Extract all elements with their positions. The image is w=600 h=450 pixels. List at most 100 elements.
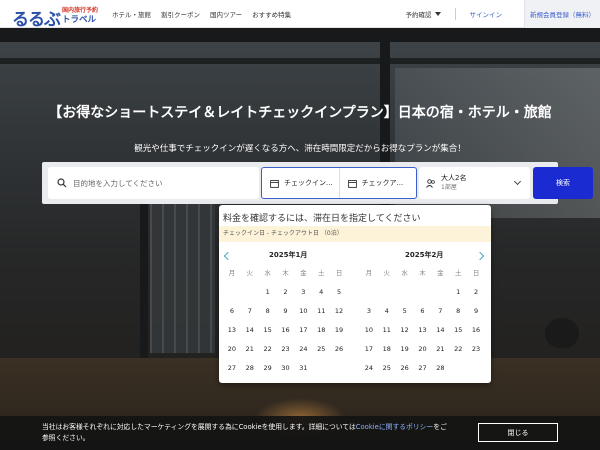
calendar-day[interactable]: 9 — [277, 302, 295, 321]
calendar-day[interactable]: 19 — [396, 340, 414, 359]
calendar-day[interactable]: 17 — [360, 340, 378, 359]
calendar-day[interactable]: 10 — [360, 321, 378, 340]
calendar-day[interactable]: 15 — [259, 321, 277, 340]
calendar-day[interactable]: 23 — [277, 340, 295, 359]
calendar-day[interactable]: 31 — [294, 359, 312, 378]
calendar-day[interactable]: 16 — [467, 321, 485, 340]
hero-background-beam — [0, 58, 600, 64]
nav-coupons[interactable]: 割引クーポン — [161, 9, 200, 19]
calendar-day[interactable]: 24 — [294, 340, 312, 359]
calendar-day[interactable]: 11 — [378, 321, 396, 340]
guests-text: 大人2名 1部屋 — [441, 174, 466, 192]
calendar-day[interactable]: 8 — [449, 302, 467, 321]
calendar-day[interactable]: 22 — [449, 340, 467, 359]
calendar-day[interactable]: 19 — [330, 321, 348, 340]
calendar-day[interactable]: 3 — [360, 302, 378, 321]
cookie-policy-link[interactable]: Cookieに関するポリシー — [356, 423, 433, 431]
calendar-empty-cell — [330, 359, 348, 378]
calendar-day[interactable]: 28 — [431, 359, 449, 378]
checkout-label: チェックア... — [361, 179, 404, 187]
calendar-empty-cell — [431, 283, 449, 302]
calendar-day[interactable]: 14 — [431, 321, 449, 340]
hero-background-shoji — [150, 203, 215, 353]
calendar-day[interactable]: 18 — [312, 321, 330, 340]
calendar-day[interactable]: 1 — [259, 283, 277, 302]
calendar-day[interactable]: 5 — [330, 283, 348, 302]
calendar-day[interactable]: 26 — [396, 359, 414, 378]
calendar-day[interactable]: 27 — [223, 359, 241, 378]
month-grid-february: 月火水木金土日 1 2 3 4 5 6 7 8 9 10 11 12 13 14 15 16 17 18 19 20 21… — [360, 267, 485, 378]
calendar-day[interactable]: 13 — [223, 321, 241, 340]
nav-domestic-tours[interactable]: 国内ツアー — [210, 9, 242, 19]
calendar-day[interactable]: 2 — [467, 283, 485, 302]
calendar-day[interactable]: 18 — [378, 340, 396, 359]
calendar-day[interactable]: 12 — [330, 302, 348, 321]
checkin-field[interactable]: チェックイン... — [262, 168, 339, 198]
reservation-dropdown[interactable]: 予約確認 — [406, 9, 441, 19]
hero-background-pillar — [140, 198, 148, 358]
calendar-day[interactable]: 21 — [431, 340, 449, 359]
reservation-label: 予約確認 — [405, 11, 432, 19]
calendar-day[interactable]: 26 — [330, 340, 348, 359]
calendar-day[interactable]: 8 — [259, 302, 277, 321]
month-title-january: 2025年1月 — [269, 251, 308, 259]
header-divider — [454, 8, 456, 20]
calendar-day[interactable]: 14 — [241, 321, 259, 340]
page-title: 【お得なショートステイ＆レイトチェックインプラン】日本の宿・ホテル・旅館 — [48, 105, 552, 121]
chevron-down-icon — [513, 177, 522, 186]
calendar-day[interactable]: 5 — [396, 302, 414, 321]
calendar-day[interactable]: 29 — [259, 359, 277, 378]
hero-background-kettle — [545, 318, 579, 348]
calendar-instruction: 料金を確認するには、滞在日を指定してください — [223, 214, 421, 224]
calendar-day[interactable]: 15 — [449, 321, 467, 340]
calendar-day[interactable]: 6 — [223, 302, 241, 321]
calendar-day[interactable]: 27 — [414, 359, 432, 378]
calendar-day[interactable]: 4 — [312, 283, 330, 302]
calendar-day[interactable]: 23 — [467, 340, 485, 359]
guests-selector[interactable]: 大人2名 1部屋 — [419, 167, 530, 199]
calendar-day[interactable]: 25 — [378, 359, 396, 378]
register-button[interactable]: 新規会員登録（無料） — [524, 0, 600, 28]
calendar-day[interactable]: 20 — [414, 340, 432, 359]
calendar-icon — [347, 179, 357, 188]
calendar-day[interactable]: 7 — [431, 302, 449, 321]
destination-input[interactable]: 目的地を入力してください — [48, 167, 259, 199]
cookie-message: 当社はお客様それぞれに対応したマーケティングを展開する為にCookieを使用しま… — [42, 422, 452, 444]
calendar-day[interactable]: 21 — [241, 340, 259, 359]
calendar-day[interactable]: 10 — [294, 302, 312, 321]
calendar-day[interactable]: 9 — [467, 302, 485, 321]
calendar-day[interactable]: 22 — [259, 340, 277, 359]
signin-link[interactable]: サインイン — [470, 9, 503, 19]
people-icon — [426, 178, 435, 188]
cookie-close-button[interactable]: 閉じる — [478, 423, 558, 442]
calendar-day[interactable]: 3 — [294, 283, 312, 302]
logo-main-text: るるぶ — [12, 10, 61, 30]
calendar-day[interactable]: 13 — [414, 321, 432, 340]
calendar-day[interactable]: 6 — [414, 302, 432, 321]
calendar-day[interactable]: 24 — [360, 359, 378, 378]
nav-hotels[interactable]: ホテル・旅館 — [112, 9, 151, 19]
logo-travel-text: トラベル — [62, 15, 97, 25]
search-bar: 目的地を入力してください チェックイン... チェックア... 大人2名 1部屋 — [42, 162, 593, 204]
calendar-day[interactable]: 28 — [241, 359, 259, 378]
calendar-day[interactable]: 20 — [223, 340, 241, 359]
prev-month-icon[interactable] — [223, 251, 233, 261]
calendar-day[interactable]: 2 — [277, 283, 295, 302]
calendar-day[interactable]: 30 — [277, 359, 295, 378]
weekday-label: 木 — [282, 269, 289, 277]
calendar-day[interactable]: 17 — [294, 321, 312, 340]
calendar-day[interactable]: 11 — [312, 302, 330, 321]
calendar-day[interactable]: 7 — [241, 302, 259, 321]
search-button[interactable]: 検索 — [533, 167, 593, 199]
checkout-field[interactable]: チェックア... — [338, 168, 417, 198]
nav-featured[interactable]: おすすめ特集 — [252, 9, 291, 19]
calendar-day[interactable]: 4 — [378, 302, 396, 321]
rurubu-travel-logo[interactable]: るるぶ 国内旅行予約 トラベル — [12, 4, 100, 30]
month-grid-january: 月火水木金土日 1 2 3 4 5 6 7 8 9 10 11 12 13 14 15 16 17 18 19 20 21… — [223, 267, 348, 378]
calendar-day[interactable]: 12 — [396, 321, 414, 340]
calendar-day[interactable]: 1 — [449, 283, 467, 302]
calendar-day[interactable]: 25 — [312, 340, 330, 359]
next-month-icon[interactable] — [475, 251, 485, 261]
calendar-day[interactable]: 16 — [277, 321, 295, 340]
weekday-label: 日 — [335, 269, 343, 277]
